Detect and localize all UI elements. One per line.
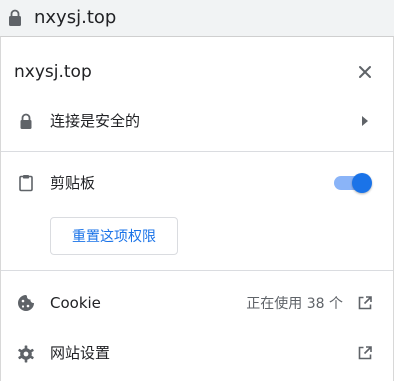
site-title: nxysj.top bbox=[14, 62, 92, 82]
cookie-label: Cookie bbox=[50, 294, 101, 312]
cookie-status: 正在使用 38 个 bbox=[246, 296, 343, 312]
lock-icon bbox=[20, 113, 32, 129]
chevron-right-icon bbox=[362, 116, 368, 126]
site-settings-row[interactable]: 网站设置 bbox=[1, 339, 393, 371]
clipboard-label: 剪贴板 bbox=[50, 174, 96, 192]
clipboard-toggle[interactable] bbox=[332, 171, 374, 195]
external-link-icon[interactable] bbox=[357, 345, 373, 361]
close-icon[interactable] bbox=[354, 61, 376, 83]
connection-security-row[interactable]: 连接是安全的 bbox=[1, 103, 393, 139]
cookie-icon bbox=[18, 295, 34, 311]
toggle-thumb bbox=[352, 173, 372, 193]
divider bbox=[1, 270, 393, 271]
site-settings-label: 网站设置 bbox=[50, 344, 111, 362]
address-bar[interactable]: nxysj.top bbox=[0, 0, 394, 36]
gear-icon bbox=[18, 345, 34, 363]
clipboard-permission-row: 剪贴板 bbox=[1, 167, 393, 203]
lock-icon[interactable] bbox=[8, 9, 22, 27]
cookie-row[interactable]: Cookie 正在使用 38 个 bbox=[1, 289, 393, 321]
clipboard-icon bbox=[19, 175, 33, 192]
page-info-bubble: nxysj.top 连接是安全的 剪贴板 重置这项权限 Cookie 正在使用 … bbox=[0, 36, 394, 381]
url-text[interactable]: nxysj.top bbox=[34, 6, 116, 30]
reset-permission-button[interactable]: 重置这项权限 bbox=[50, 217, 178, 255]
divider bbox=[1, 151, 393, 152]
external-link-icon[interactable] bbox=[357, 295, 373, 311]
connection-security-label: 连接是安全的 bbox=[50, 112, 141, 130]
